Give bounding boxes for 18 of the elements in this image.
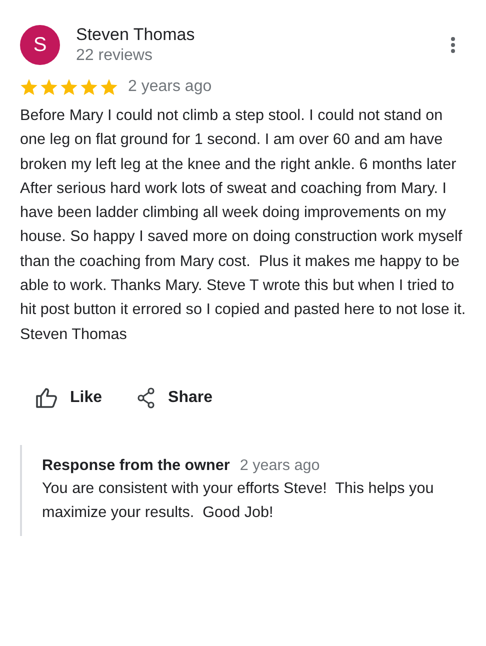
response-text: You are consistent with your efforts Steve! This helps you maximize your results. Good Job!	[42, 478, 435, 524]
star-icon	[20, 78, 38, 96]
avatar: S	[20, 25, 60, 65]
review-text: Before Mary I could not climb a step stool. I could not stand on one leg on flat ground for 1 second. I am over 60 and am have broken my left leg at the knee and the right ankle. 6 months later After serious hard work lots of sweat and coaching from Mary. I have been ladder climbing all week doing improvements on my house. So happy I saved more on doing construction work myself than the coaching from Mary cost. Plus it makes me happy to be able to work. Thanks Mary. Steve T wrote this but when I tried to hit post button it errored so I copied and pasted here to not lose it. Steven Thomas	[20, 106, 467, 345]
star-icon	[100, 78, 118, 96]
share-button[interactable]: Share	[136, 382, 212, 413]
star-icon	[80, 78, 98, 96]
response-title: Response from the owner	[42, 456, 230, 475]
review-count: 22 reviews	[76, 46, 154, 66]
thumbs-up-icon	[36, 388, 58, 408]
star-icon	[40, 78, 58, 96]
review-time: 2 years ago	[128, 78, 212, 96]
response-time: 2 years ago	[240, 456, 320, 475]
share-icon	[136, 386, 156, 409]
star-icon	[60, 78, 78, 96]
more-options-icon[interactable]	[450, 36, 456, 54]
like-button[interactable]: Like	[36, 382, 102, 413]
reviewer-name[interactable]: Steven Thomas	[76, 24, 434, 46]
